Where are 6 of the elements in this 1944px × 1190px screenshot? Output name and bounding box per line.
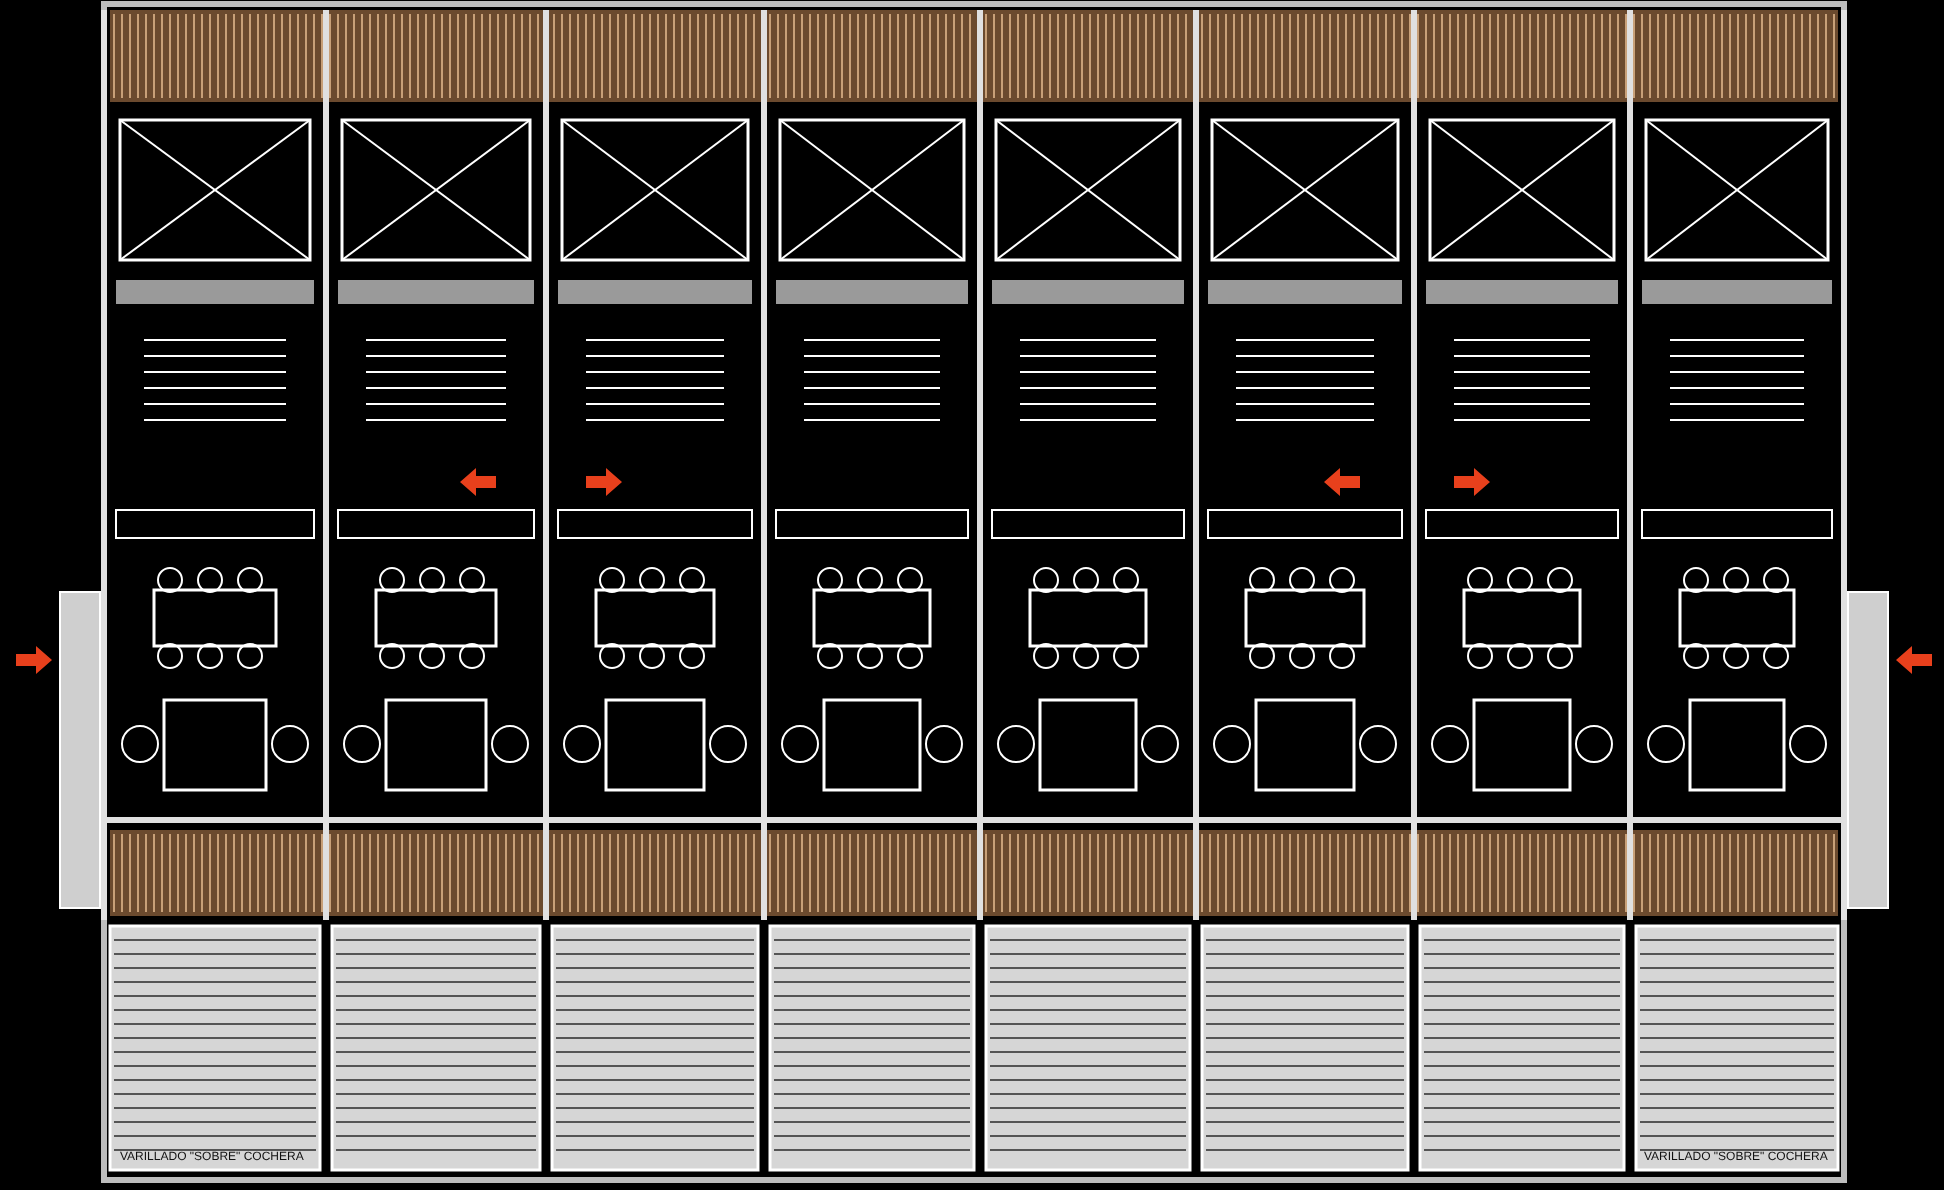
arrow-icon [1454,468,1490,496]
arrow-icon [1896,646,1932,674]
arrow-icon [460,468,496,496]
arrow-icon [16,646,52,674]
arrow-icon [1324,468,1360,496]
arrow-icon [586,468,622,496]
